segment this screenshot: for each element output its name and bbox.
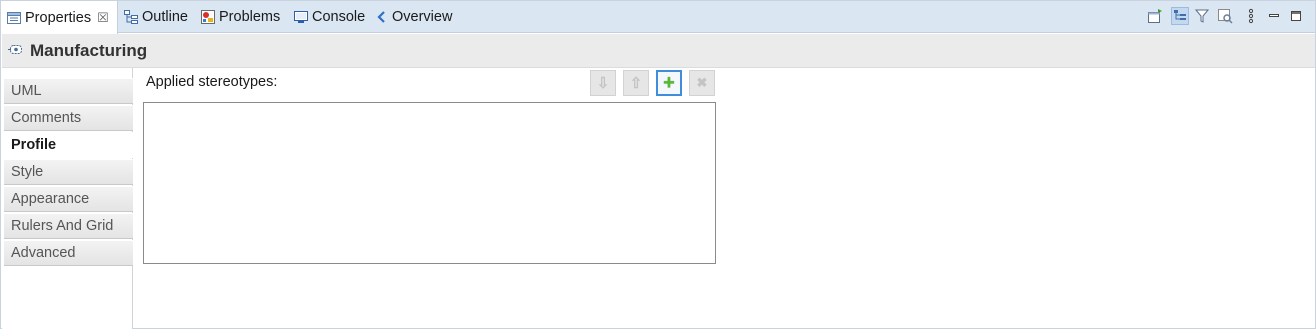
tab-label: Problems	[219, 9, 281, 25]
element-icon	[8, 43, 24, 57]
sidebar-item-comments[interactable]: Comments	[4, 105, 133, 131]
arrow-down-icon: ⇩	[596, 75, 610, 92]
overview-icon	[375, 9, 389, 25]
outline-icon	[123, 9, 139, 25]
element-title-bar: Manufacturing	[2, 34, 1315, 68]
sidebar-item-rulers-and-grid[interactable]: Rulers And Grid	[4, 213, 133, 239]
stereotype-list[interactable]	[143, 102, 716, 264]
sidebar-item-advanced[interactable]: Advanced	[4, 240, 133, 266]
sidebar-item-appearance[interactable]: Appearance	[4, 186, 133, 212]
properties-icon	[6, 10, 22, 26]
add-stereotype-button[interactable]: +	[656, 70, 682, 96]
move-down-button[interactable]: ⇩	[590, 70, 616, 96]
sidebar-item-profile[interactable]: Profile	[4, 132, 134, 158]
tab-problems[interactable]: Problems	[200, 1, 280, 33]
filter-icon[interactable]	[1193, 7, 1211, 25]
applied-stereotypes-label: Applied stereotypes:	[146, 74, 278, 90]
sidebar-item-style[interactable]: Style	[4, 159, 133, 185]
properties-tab-list: UML Comments Profile Style Appearance Ru…	[2, 68, 134, 329]
maximize-icon[interactable]	[1287, 7, 1305, 25]
tab-label: Overview	[392, 9, 453, 25]
new-view-icon[interactable]	[1146, 7, 1164, 25]
move-up-button[interactable]: ⇧	[623, 70, 649, 96]
categories-icon[interactable]	[1171, 7, 1189, 25]
arrow-up-icon: ⇧	[629, 75, 643, 92]
tab-console[interactable]: Console	[293, 1, 365, 33]
tab-properties[interactable]: Properties ☒	[1, 1, 118, 34]
tab-label: Console	[312, 9, 366, 25]
tab-overview[interactable]: Overview	[375, 1, 452, 33]
remove-stereotype-button[interactable]: ✖	[689, 70, 715, 96]
tab-outline[interactable]: Outline	[123, 1, 188, 33]
plus-icon: +	[663, 72, 675, 94]
close-icon[interactable]: ☒	[97, 10, 109, 26]
tab-label: Outline	[142, 9, 188, 25]
view-menu-icon[interactable]	[1242, 7, 1260, 25]
properties-view: Properties ☒ Outline Problems Console Ov…	[0, 0, 1316, 329]
view-tab-bar: Properties ☒ Outline Problems Console Ov…	[1, 1, 1315, 34]
console-icon	[293, 9, 309, 25]
page-title: Manufacturing	[30, 41, 148, 60]
problems-icon	[200, 9, 216, 25]
minimize-icon[interactable]	[1265, 7, 1283, 25]
delete-icon: ✖	[696, 75, 708, 90]
sidebar-item-uml[interactable]: UML	[4, 78, 133, 104]
tab-label: Properties	[25, 9, 92, 26]
advanced-icon[interactable]	[1216, 7, 1234, 25]
